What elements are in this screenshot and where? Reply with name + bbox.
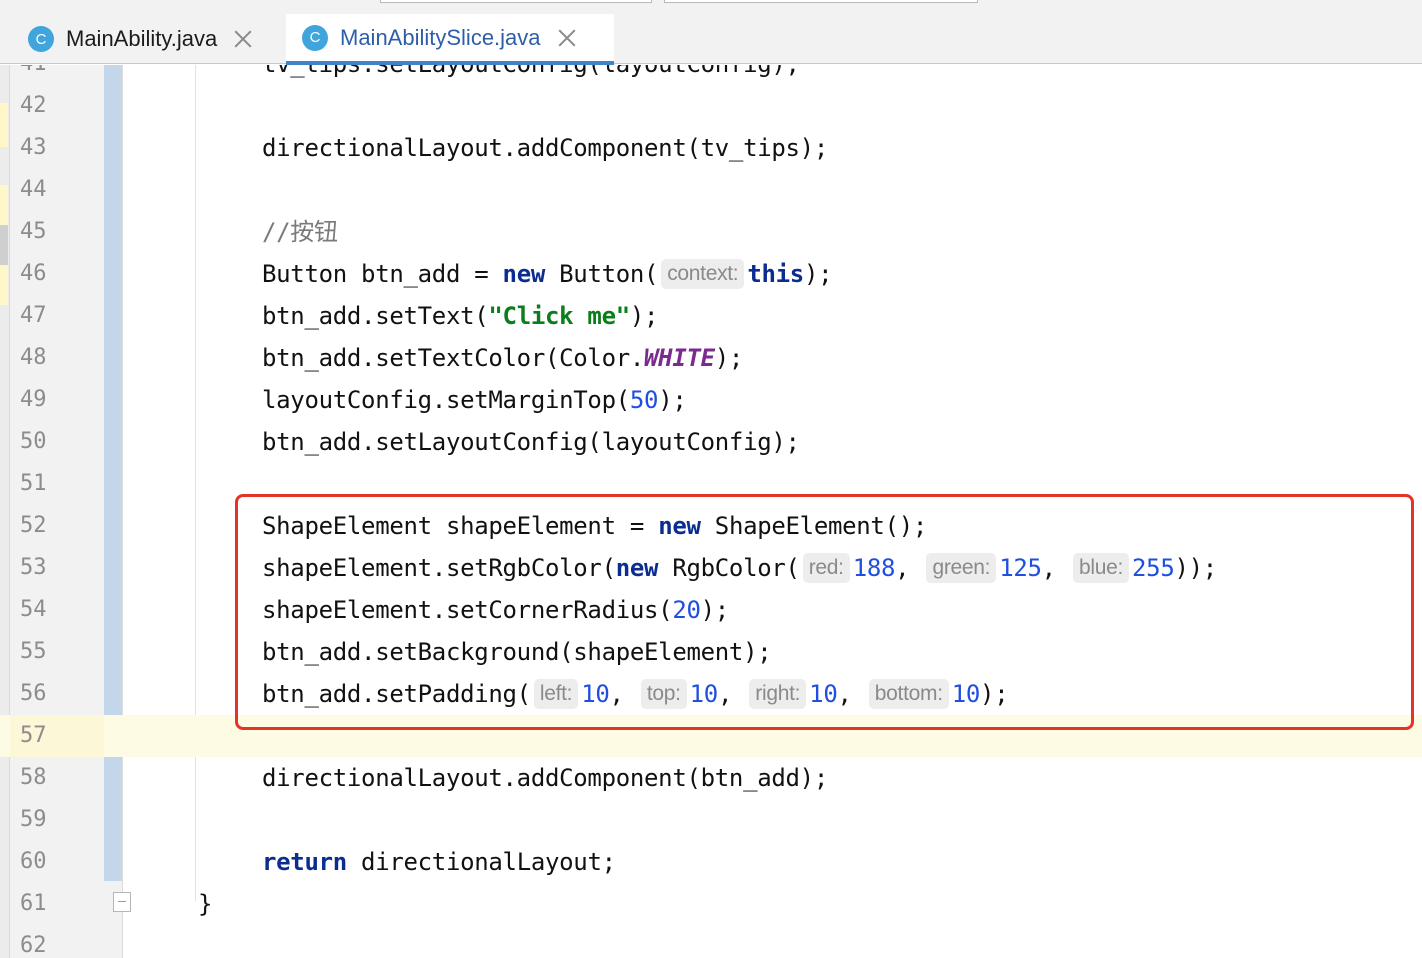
parameter-hint: right:	[749, 679, 807, 709]
number-literal: 50	[629, 386, 659, 414]
java-class-icon: C	[28, 26, 54, 52]
line-number: 54	[20, 597, 47, 622]
code-line[interactable]: 42	[0, 85, 1422, 127]
code-line[interactable]: 58 directionalLayout.addComponent(btn_ad…	[0, 757, 1422, 799]
code-text: btn_add.setTextColor(Color.WHITE);	[262, 344, 744, 372]
parameter-hint: green:	[926, 553, 997, 583]
number-literal: 10	[581, 680, 610, 708]
number-literal: 255	[1132, 554, 1175, 582]
parameter-hint: red:	[802, 553, 850, 583]
number-literal: 10	[951, 680, 981, 708]
line-number: 48	[20, 345, 47, 370]
tab-mainability-java[interactable]: C MainAbility.java	[12, 14, 284, 64]
code-line[interactable]: 53 shapeElement.setRgbColor(new RgbColor…	[0, 547, 1422, 589]
line-number: 42	[20, 93, 47, 118]
comment: //按钮	[262, 218, 338, 246]
code-editor[interactable]: 41 tv_tips.setLayoutConfig(layoutConfig)…	[0, 65, 1422, 958]
code-line[interactable]: 56 btn_add.setPadding(left: 10, top: 10, r…	[0, 673, 1422, 715]
close-tab-icon[interactable]	[231, 27, 255, 51]
code-line[interactable]: 50 btn_add.setLayoutConfig(layoutConfig)…	[0, 421, 1422, 463]
code-line[interactable]: 41 tv_tips.setLayoutConfig(layoutConfig)…	[0, 65, 1422, 85]
code-line[interactable]: 54 shapeElement.setCornerRadius(20);	[0, 589, 1422, 631]
code-text: btn_add.setPadding(left: 10, top: 10, righ…	[262, 679, 1009, 709]
code-text: layoutConfig.setMarginTop(50);	[262, 386, 687, 414]
current-code-line[interactable]: 57	[0, 715, 1422, 757]
code-text: btn_add.setText("Click me");	[262, 302, 659, 330]
keyword: new	[615, 554, 659, 582]
code-line[interactable]: 60 return directionalLayout;	[0, 841, 1422, 883]
parameter-hint: top:	[640, 679, 687, 709]
parameter-hint: blue:	[1072, 553, 1130, 583]
code-line[interactable]: 46 Button btn_add = new Button(context: t…	[0, 253, 1422, 295]
code-text: btn_add.setLayoutConfig(layoutConfig);	[262, 428, 800, 456]
line-number: 53	[20, 555, 47, 580]
code-text: Button btn_add = new Button(context: this…	[262, 259, 833, 289]
keyword: this	[747, 260, 804, 288]
code-text: btn_add.setBackground(shapeElement);	[262, 638, 772, 666]
line-number: 51	[20, 471, 47, 496]
code-text: ShapeElement shapeElement = new ShapeEle…	[262, 512, 928, 540]
code-text: }	[198, 890, 213, 918]
line-number: 60	[20, 849, 47, 874]
line-number: 58	[20, 765, 47, 790]
line-number: 50	[20, 429, 47, 454]
line-number: 61	[20, 891, 47, 916]
number-literal: 125	[999, 554, 1042, 582]
code-line[interactable]: 45 //按钮	[0, 211, 1422, 253]
line-number: 57	[10, 715, 104, 757]
code-line[interactable]: 61 }	[0, 883, 1422, 925]
line-number: 59	[20, 807, 47, 832]
keyword: new	[658, 512, 701, 540]
line-number: 55	[20, 639, 47, 664]
line-number: 56	[20, 681, 47, 706]
parameter-hint: context:	[661, 259, 745, 289]
code-text: directionalLayout.addComponent(btn_add);	[262, 764, 828, 792]
code-text: tv_tips.setLayoutConfig(layoutConfig);	[262, 65, 800, 85]
code-line[interactable]: 43 directionalLayout.addComponent(tv_tip…	[0, 127, 1422, 169]
line-number: 49	[20, 387, 47, 412]
line-number: 44	[20, 177, 47, 202]
string-literal: "Click me"	[488, 302, 630, 330]
top-toolbar-strip	[0, 0, 1422, 14]
code-line[interactable]: 44	[0, 169, 1422, 211]
number-literal: 188	[852, 554, 896, 582]
editor-tab-bar: C MainAbility.java C MainAbilitySlice.ja…	[0, 14, 1422, 65]
code-text: //按钮	[262, 211, 338, 253]
keyword: return	[262, 848, 347, 876]
parameter-hint: left:	[533, 679, 579, 709]
code-text: directionalLayout.addComponent(tv_tips);	[262, 134, 828, 162]
code-text: return directionalLayout;	[262, 848, 616, 876]
code-line[interactable]: 49 layoutConfig.setMarginTop(50);	[0, 379, 1422, 421]
code-line[interactable]: 47 btn_add.setText("Click me");	[0, 295, 1422, 337]
code-line[interactable]: 59	[0, 799, 1422, 841]
line-number: 41	[10, 65, 104, 85]
fold-marker-icon[interactable]	[113, 892, 131, 912]
toolbar-field[interactable]	[380, 0, 652, 3]
line-number: 52	[20, 513, 47, 538]
number-literal: 20	[672, 596, 701, 624]
static-constant: WHITE	[644, 344, 715, 372]
tab-mainabilityslice-java[interactable]: C MainAbilitySlice.java	[286, 14, 614, 65]
tab-label: MainAbilitySlice.java	[340, 24, 541, 50]
toolbar-field[interactable]	[664, 0, 978, 3]
tab-label: MainAbility.java	[66, 26, 218, 51]
line-number: 47	[20, 303, 47, 328]
code-line[interactable]: 51	[0, 463, 1422, 505]
code-line[interactable]: 52 ShapeElement shapeElement = new Shape…	[0, 505, 1422, 547]
line-number: 62	[20, 933, 47, 958]
java-class-icon: C	[302, 24, 328, 51]
line-number: 43	[20, 135, 47, 160]
parameter-hint: bottom:	[868, 679, 949, 709]
number-literal: 10	[809, 680, 838, 708]
keyword: new	[502, 260, 546, 288]
code-line[interactable]: 55 btn_add.setBackground(shapeElement);	[0, 631, 1422, 673]
code-text: shapeElement.setRgbColor(new RgbColor(re…	[262, 553, 1217, 583]
line-number: 46	[20, 261, 47, 286]
code-text: shapeElement.setCornerRadius(20);	[262, 596, 729, 624]
code-line[interactable]: 48 btn_add.setTextColor(Color.WHITE);	[0, 337, 1422, 379]
close-tab-icon[interactable]	[555, 26, 579, 50]
code-line[interactable]: 62	[0, 925, 1422, 958]
number-literal: 10	[689, 680, 719, 708]
line-number: 45	[20, 219, 47, 244]
